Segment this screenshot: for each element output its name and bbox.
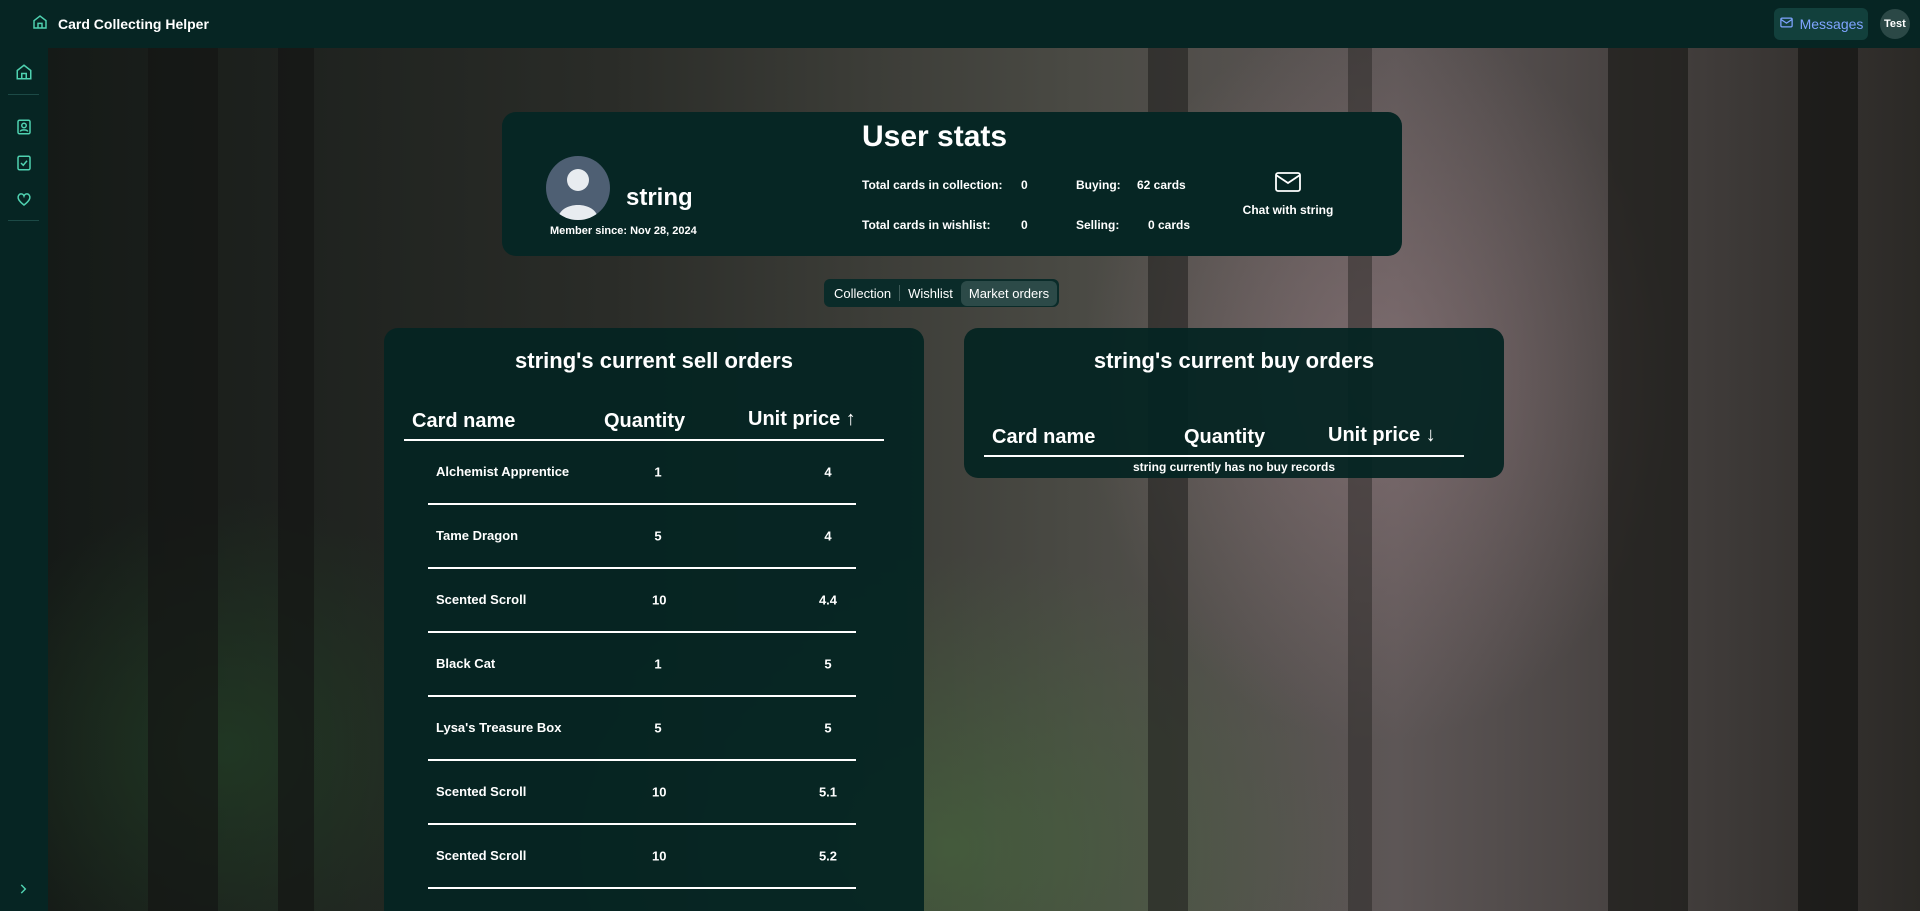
row-card-name: Black Cat xyxy=(436,656,496,671)
sell-orders-title: string's current sell orders xyxy=(515,348,793,373)
buying-value: 62 cards xyxy=(1137,178,1186,192)
sidebar-checklist-icon[interactable] xyxy=(15,154,33,172)
member-since: Member since: Nov 28, 2024 xyxy=(550,225,697,237)
buy-col-card-name[interactable]: Card name xyxy=(992,426,1095,449)
user-avatar[interactable]: Test xyxy=(1880,9,1910,39)
sidebar-divider xyxy=(8,220,39,221)
sidebar xyxy=(0,48,48,911)
row-unit-price: 5 xyxy=(824,656,832,672)
buying-label: Buying: xyxy=(1076,178,1121,192)
mail-icon xyxy=(1779,15,1794,33)
sell-col-unit-price[interactable]: Unit price ↑ xyxy=(748,408,856,431)
table-row[interactable]: Scented Scroll 10 5.1 xyxy=(428,761,856,825)
row-quantity: 5 xyxy=(654,720,662,736)
row-card-name: Lysa's Treasure Box xyxy=(436,720,562,735)
buy-orders-title: string's current buy orders xyxy=(1093,348,1375,373)
user-badge-text: Test xyxy=(1884,18,1906,30)
row-card-name: Alchemist Apprentice xyxy=(436,464,570,479)
table-row[interactable]: Alchemist Apprentice 1 4 xyxy=(428,441,856,505)
collection-value: 0 xyxy=(1021,178,1028,192)
row-quantity: 1 xyxy=(654,656,662,672)
top-bar: Card Collecting Helper Messages Test xyxy=(0,0,1920,48)
chat-label: Chat with string xyxy=(1242,203,1334,217)
tab-wishlist[interactable]: Wishlist xyxy=(900,281,961,306)
wishlist-value: 0 xyxy=(1021,218,1028,232)
messages-label: Messages xyxy=(1799,16,1864,32)
profile-tabs: Collection Wishlist Market orders xyxy=(824,279,1060,307)
row-quantity: 10 xyxy=(652,784,667,800)
row-unit-price: 4.4 xyxy=(818,592,838,608)
row-quantity: 10 xyxy=(652,592,667,608)
table-row[interactable]: Scented Scroll 10 4.4 xyxy=(428,569,856,633)
envelope-icon xyxy=(1274,170,1302,199)
home-icon xyxy=(32,14,48,35)
row-unit-price: 5 xyxy=(824,720,832,736)
sidebar-heart-icon[interactable] xyxy=(15,190,33,208)
sell-col-card-name[interactable]: Card name xyxy=(412,410,515,433)
table-row[interactable]: Tame Dragon 5 4 xyxy=(428,505,856,569)
sell-col-quantity[interactable]: Quantity xyxy=(604,410,685,433)
row-card-name: Tame Dragon xyxy=(436,528,519,543)
selling-value: 0 cards xyxy=(1148,218,1191,232)
row-card-name: Scented Scroll xyxy=(436,592,527,607)
buy-col-quantity[interactable]: Quantity xyxy=(1184,426,1265,449)
collection-label: Total cards in collection: xyxy=(862,178,1003,192)
messages-button[interactable]: Messages xyxy=(1774,8,1868,40)
sidebar-divider xyxy=(8,94,39,95)
profile-username: string xyxy=(626,184,693,211)
buy-orders-panel: string's current buy orders Card name Qu… xyxy=(964,328,1504,478)
chevron-right-icon[interactable] xyxy=(16,882,30,896)
tab-market-orders[interactable]: Market orders xyxy=(960,280,1058,306)
sidebar-home-icon[interactable] xyxy=(15,63,33,81)
app-title: Card Collecting Helper xyxy=(58,16,209,32)
buy-orders-empty-message: string currently has no buy records xyxy=(1132,460,1336,474)
buy-header-divider xyxy=(984,455,1464,457)
row-quantity: 5 xyxy=(654,528,662,544)
row-card-name: Scented Scroll xyxy=(436,784,527,799)
profile-avatar xyxy=(546,156,610,220)
row-quantity: 1 xyxy=(654,464,662,480)
row-card-name: Scented Scroll xyxy=(436,848,527,863)
user-stats-card: string Member since: Nov 28, 2024 User s… xyxy=(502,112,1402,256)
table-row[interactable]: Lysa's Treasure Box 5 5 xyxy=(428,697,856,761)
row-quantity: 10 xyxy=(652,848,667,864)
sidebar-collection-icon[interactable] xyxy=(15,118,33,136)
stats-title: User stats xyxy=(862,120,1008,153)
selling-label: Selling: xyxy=(1076,218,1120,232)
table-row[interactable]: Black Cat 1 5 xyxy=(428,633,856,697)
chat-button[interactable]: Chat with string xyxy=(1238,170,1338,217)
buy-col-unit-price[interactable]: Unit price ↓ xyxy=(1328,424,1436,447)
tab-collection[interactable]: Collection xyxy=(826,281,899,306)
wishlist-label: Total cards in wishlist: xyxy=(862,218,991,232)
table-row[interactable]: Scented Scroll 10 5.2 xyxy=(428,825,856,889)
sell-orders-panel: string's current sell orders Card name Q… xyxy=(384,328,924,911)
brand-link[interactable]: Card Collecting Helper xyxy=(32,14,209,35)
row-unit-price: 5.2 xyxy=(818,848,838,864)
row-unit-price: 4 xyxy=(824,528,832,544)
row-unit-price: 4 xyxy=(824,464,832,480)
row-unit-price: 5.1 xyxy=(818,784,838,800)
